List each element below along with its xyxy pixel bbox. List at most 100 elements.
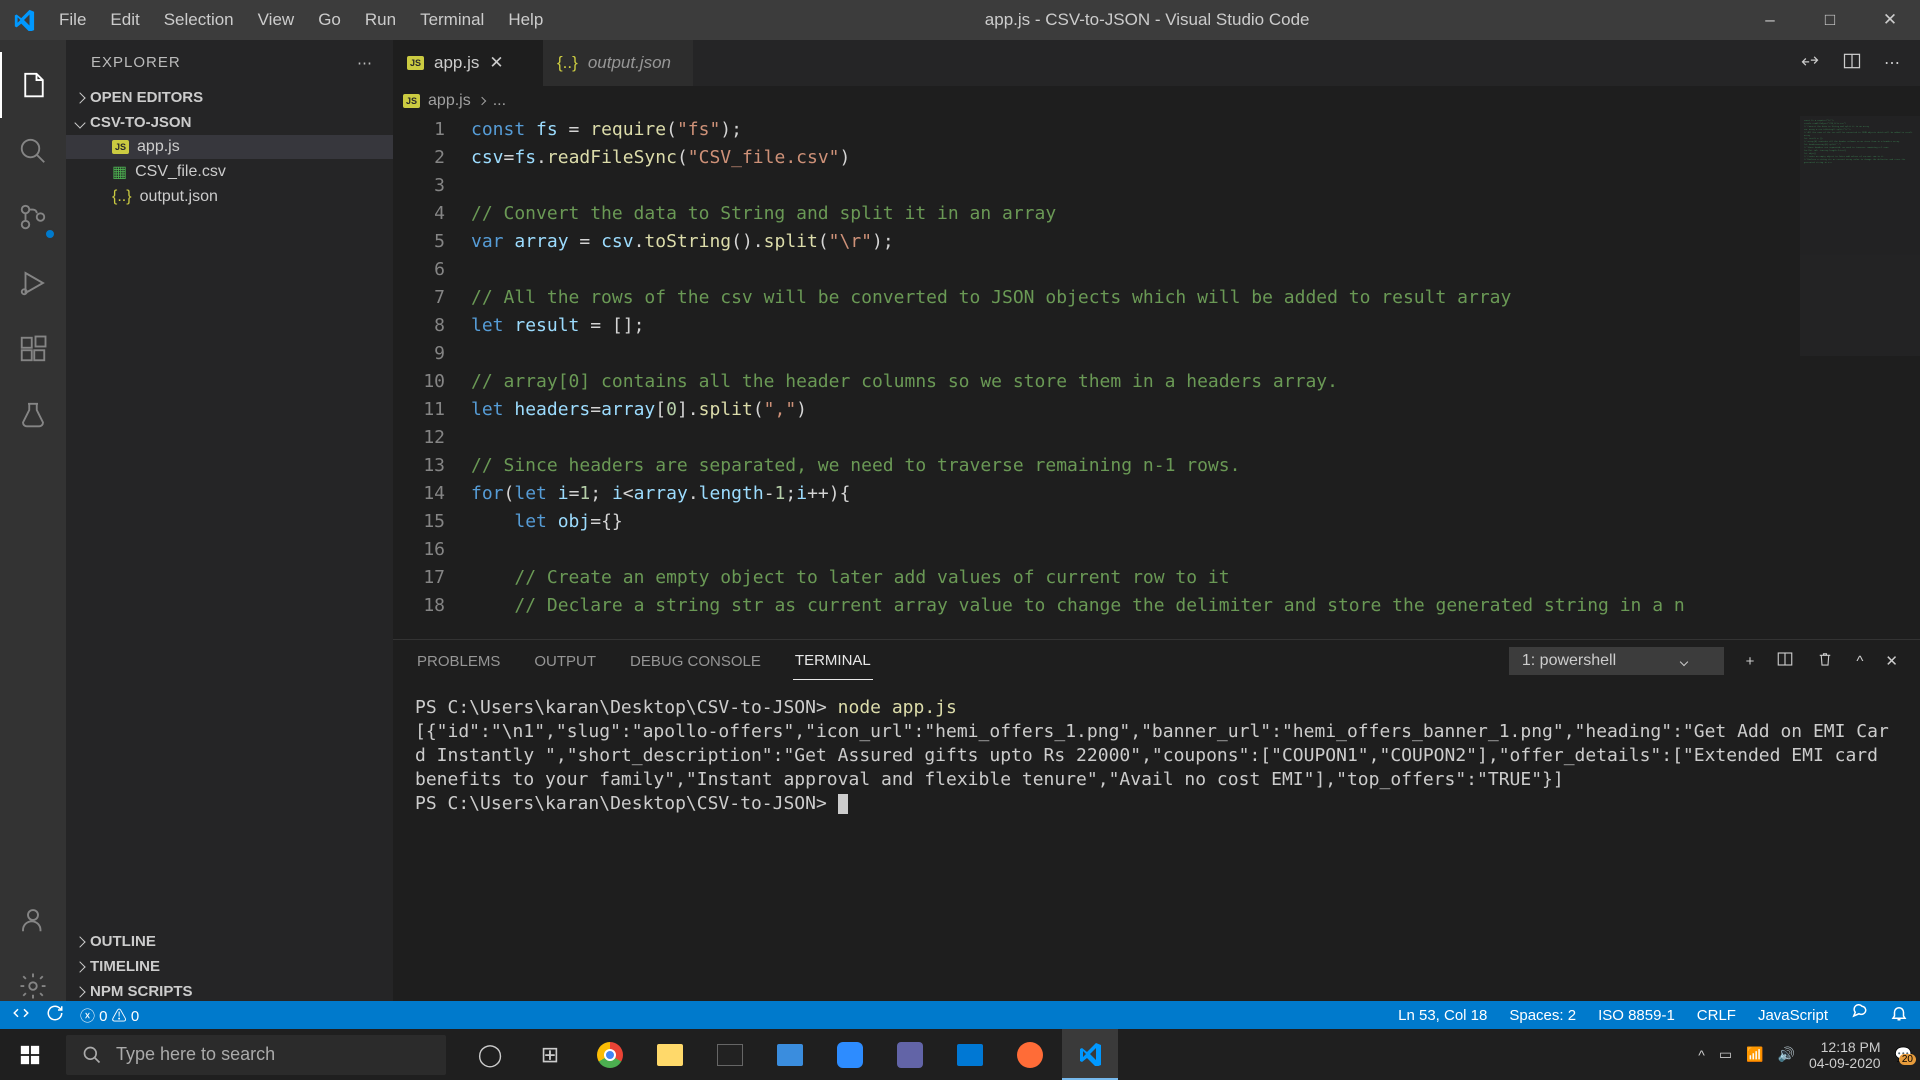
errors-warnings[interactable]: ⓧ 0 ⚠ 0 xyxy=(80,1005,139,1026)
editor-more-icon[interactable] xyxy=(1884,53,1900,73)
project-section[interactable]: CSV-TO-JSON xyxy=(66,110,393,135)
file-explorer-icon[interactable] xyxy=(642,1029,698,1080)
explorer-title: EXPLORER xyxy=(91,54,181,71)
cursor-position[interactable]: Ln 53, Col 18 xyxy=(1398,1007,1487,1024)
line-gutter: 123456789101112131415161718 xyxy=(393,116,471,639)
run-debug-icon[interactable] xyxy=(0,250,66,316)
teams-icon[interactable] xyxy=(882,1029,938,1080)
code-editor[interactable]: 123456789101112131415161718 const fs = r… xyxy=(393,116,1920,639)
close-tab-icon[interactable]: ✕ xyxy=(489,53,503,73)
clock[interactable]: 12:18 PM 04-09-2020 xyxy=(1809,1039,1881,1071)
extensions-icon[interactable] xyxy=(0,316,66,382)
window-controls: – □ ✕ xyxy=(1740,0,1920,40)
outlook-icon[interactable] xyxy=(942,1029,998,1080)
notifications-tray-icon[interactable]: 💬20 xyxy=(1895,1046,1912,1063)
volume-icon[interactable]: 🔊 xyxy=(1778,1046,1795,1063)
code-content[interactable]: const fs = require("fs");csv=fs.readFile… xyxy=(471,116,1920,639)
editor-area: JS app.js ✕ {..} output.json JS app.js .… xyxy=(393,40,1920,1029)
panel-tab-output[interactable]: OUTPUT xyxy=(532,643,598,680)
testing-icon[interactable] xyxy=(0,382,66,448)
search-icon[interactable] xyxy=(0,118,66,184)
tab-bar: JS app.js ✕ {..} output.json xyxy=(393,40,1920,86)
panel-tab-debug[interactable]: DEBUG CONSOLE xyxy=(628,643,763,680)
vscode-taskbar-icon[interactable] xyxy=(1062,1029,1118,1080)
taskbar-search[interactable]: Type here to search xyxy=(66,1035,446,1075)
timeline-section[interactable]: TIMELINE xyxy=(66,954,393,979)
wifi-icon[interactable]: 📶 xyxy=(1746,1046,1763,1063)
menu-terminal[interactable]: Terminal xyxy=(409,2,495,38)
menu-help[interactable]: Help xyxy=(497,2,554,38)
explorer-header: EXPLORER xyxy=(66,40,393,85)
bottom-panel: PROBLEMS OUTPUT DEBUG CONSOLE TERMINAL 1… xyxy=(393,639,1920,1029)
close-panel-icon[interactable]: ✕ xyxy=(1885,652,1898,670)
panel-tab-problems[interactable]: PROBLEMS xyxy=(415,643,502,680)
menu-file[interactable]: File xyxy=(48,2,97,38)
terminal-cursor xyxy=(838,794,848,814)
compare-changes-icon[interactable] xyxy=(1800,51,1820,76)
cortana-icon[interactable]: ◯ xyxy=(462,1029,518,1080)
js-file-icon: JS xyxy=(407,56,424,70)
task-view-icon[interactable]: ⊞ xyxy=(522,1029,578,1080)
notifications-icon[interactable] xyxy=(1890,1004,1908,1026)
menu-bar: File Edit Selection View Go Run Terminal… xyxy=(48,2,554,38)
maximize-button[interactable]: □ xyxy=(1800,0,1860,40)
chrome-icon[interactable] xyxy=(582,1029,638,1080)
file-output-json[interactable]: {..}output.json xyxy=(66,185,393,209)
tab-output-json[interactable]: {..} output.json xyxy=(543,40,693,86)
minimap[interactable]: const fs = require("fs");csv=fs.readFile… xyxy=(1800,116,1920,356)
windows-taskbar: Type here to search ◯ ⊞ ^ ▭ 📶 🔊 12:18 PM… xyxy=(0,1029,1920,1080)
explorer-sidebar: EXPLORER OPEN EDITORS CSV-TO-JSON JSapp.… xyxy=(66,40,393,1029)
app-icon-1[interactable] xyxy=(762,1029,818,1080)
language-mode[interactable]: JavaScript xyxy=(1758,1007,1828,1024)
terminal-content[interactable]: PS C:\Users\karan\Desktop\CSV-to-JSON> n… xyxy=(393,682,1920,1029)
terminal-selector[interactable]: 1: powershell xyxy=(1509,647,1724,675)
outline-section[interactable]: OUTLINE xyxy=(66,929,393,954)
minimize-button[interactable]: – xyxy=(1740,0,1800,40)
cmd-icon[interactable] xyxy=(702,1029,758,1080)
sync-icon[interactable] xyxy=(46,1004,64,1026)
new-terminal-icon[interactable]: + xyxy=(1746,653,1755,670)
indentation[interactable]: Spaces: 2 xyxy=(1509,1007,1576,1024)
json-file-icon: {..} xyxy=(112,188,132,206)
explorer-more-icon[interactable] xyxy=(357,54,373,72)
file-csv-file[interactable]: ▦CSV_file.csv xyxy=(66,159,393,185)
split-terminal-icon[interactable] xyxy=(1776,650,1794,672)
tray-chevron-icon[interactable]: ^ xyxy=(1698,1047,1705,1063)
taskbar-apps: ◯ ⊞ xyxy=(462,1029,1118,1080)
breadcrumb[interactable]: JS app.js ... xyxy=(393,86,1920,116)
tab-app-js[interactable]: JS app.js ✕ xyxy=(393,40,543,86)
explorer-icon[interactable] xyxy=(0,52,66,118)
vscode-logo-icon xyxy=(0,9,48,31)
open-editors-section[interactable]: OPEN EDITORS xyxy=(66,85,393,110)
eol[interactable]: CRLF xyxy=(1697,1007,1736,1024)
menu-view[interactable]: View xyxy=(247,2,306,38)
panel-tabs-bar: PROBLEMS OUTPUT DEBUG CONSOLE TERMINAL 1… xyxy=(393,640,1920,682)
kill-terminal-icon[interactable] xyxy=(1816,650,1834,672)
panel-tab-terminal[interactable]: TERMINAL xyxy=(793,642,873,680)
postman-icon[interactable] xyxy=(1002,1029,1058,1080)
status-bar: ⓧ 0 ⚠ 0 Ln 53, Col 18 Spaces: 2 ISO 8859… xyxy=(0,1001,1920,1029)
window-title: app.js - CSV-to-JSON - Visual Studio Cod… xyxy=(554,10,1740,30)
start-button[interactable] xyxy=(0,1044,60,1066)
source-control-icon[interactable] xyxy=(0,184,66,250)
menu-run[interactable]: Run xyxy=(354,2,407,38)
accounts-icon[interactable] xyxy=(0,887,66,953)
remote-icon[interactable] xyxy=(12,1004,30,1026)
battery-icon[interactable]: ▭ xyxy=(1719,1046,1732,1063)
titlebar: File Edit Selection View Go Run Terminal… xyxy=(0,0,1920,40)
maximize-panel-icon[interactable]: ^ xyxy=(1856,653,1863,670)
encoding[interactable]: ISO 8859-1 xyxy=(1598,1007,1675,1024)
menu-edit[interactable]: Edit xyxy=(99,2,150,38)
js-file-icon: JS xyxy=(112,140,129,154)
feedback-icon[interactable] xyxy=(1850,1004,1868,1026)
zoom-icon[interactable] xyxy=(822,1029,878,1080)
tab-label: app.js xyxy=(434,53,479,73)
activity-bar xyxy=(0,40,66,1029)
menu-selection[interactable]: Selection xyxy=(153,2,245,38)
menu-go[interactable]: Go xyxy=(307,2,352,38)
file-app-js[interactable]: JSapp.js xyxy=(66,135,393,159)
system-tray: ^ ▭ 📶 🔊 12:18 PM 04-09-2020 💬20 xyxy=(1698,1039,1920,1071)
search-placeholder: Type here to search xyxy=(116,1044,275,1065)
close-button[interactable]: ✕ xyxy=(1860,0,1920,40)
split-editor-icon[interactable] xyxy=(1842,51,1862,76)
